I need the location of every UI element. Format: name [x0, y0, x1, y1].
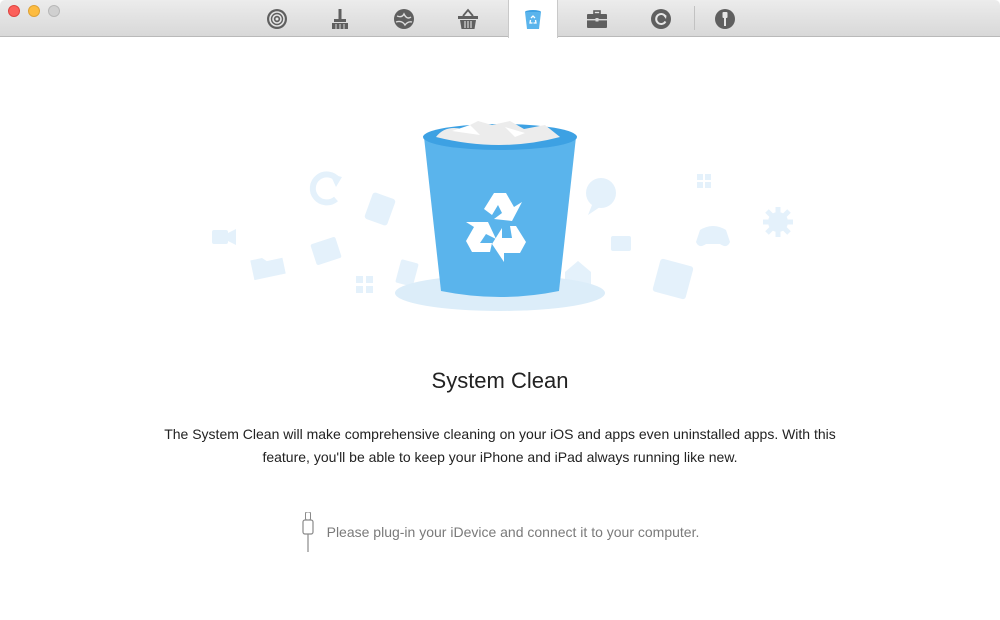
page-title: System Clean — [431, 368, 569, 393]
tab-airdrop[interactable] — [252, 0, 302, 37]
globe-icon — [394, 8, 414, 29]
usb-icon — [715, 8, 735, 29]
floating-icons-left — [212, 171, 419, 293]
tab-network[interactable] — [379, 0, 429, 37]
feature-description: The System Clean will make comprehensive… — [164, 426, 836, 465]
close-window-button[interactable] — [8, 5, 20, 17]
toolbox-icon — [587, 9, 607, 28]
tab-storage[interactable] — [443, 0, 493, 37]
tab-device[interactable] — [700, 0, 750, 37]
hero-illustration — [212, 121, 793, 311]
toolbar — [0, 0, 1000, 38]
tab-system-clean[interactable] — [508, 0, 558, 38]
toolbar-divider — [694, 6, 695, 30]
broom-icon — [332, 8, 348, 29]
minimize-window-button[interactable] — [28, 5, 40, 17]
basket-icon — [458, 8, 478, 29]
lightning-cable-icon — [302, 512, 314, 552]
tab-cleaner[interactable] — [315, 0, 365, 37]
floating-icons-right — [565, 174, 793, 300]
app-window: System Clean The System Clean will make … — [0, 0, 1000, 620]
plug-in-hint-text: Please plug-in your iDevice and connect … — [326, 524, 700, 540]
trash-icon — [525, 10, 541, 29]
zoom-window-button[interactable] — [48, 5, 60, 17]
restore-icon — [651, 8, 671, 29]
airdrop-icon — [267, 8, 287, 29]
tab-toolbox[interactable] — [572, 0, 622, 37]
tab-restore[interactable] — [636, 0, 686, 37]
connect-device-hint: Please plug-in your iDevice and connect … — [0, 512, 1000, 552]
